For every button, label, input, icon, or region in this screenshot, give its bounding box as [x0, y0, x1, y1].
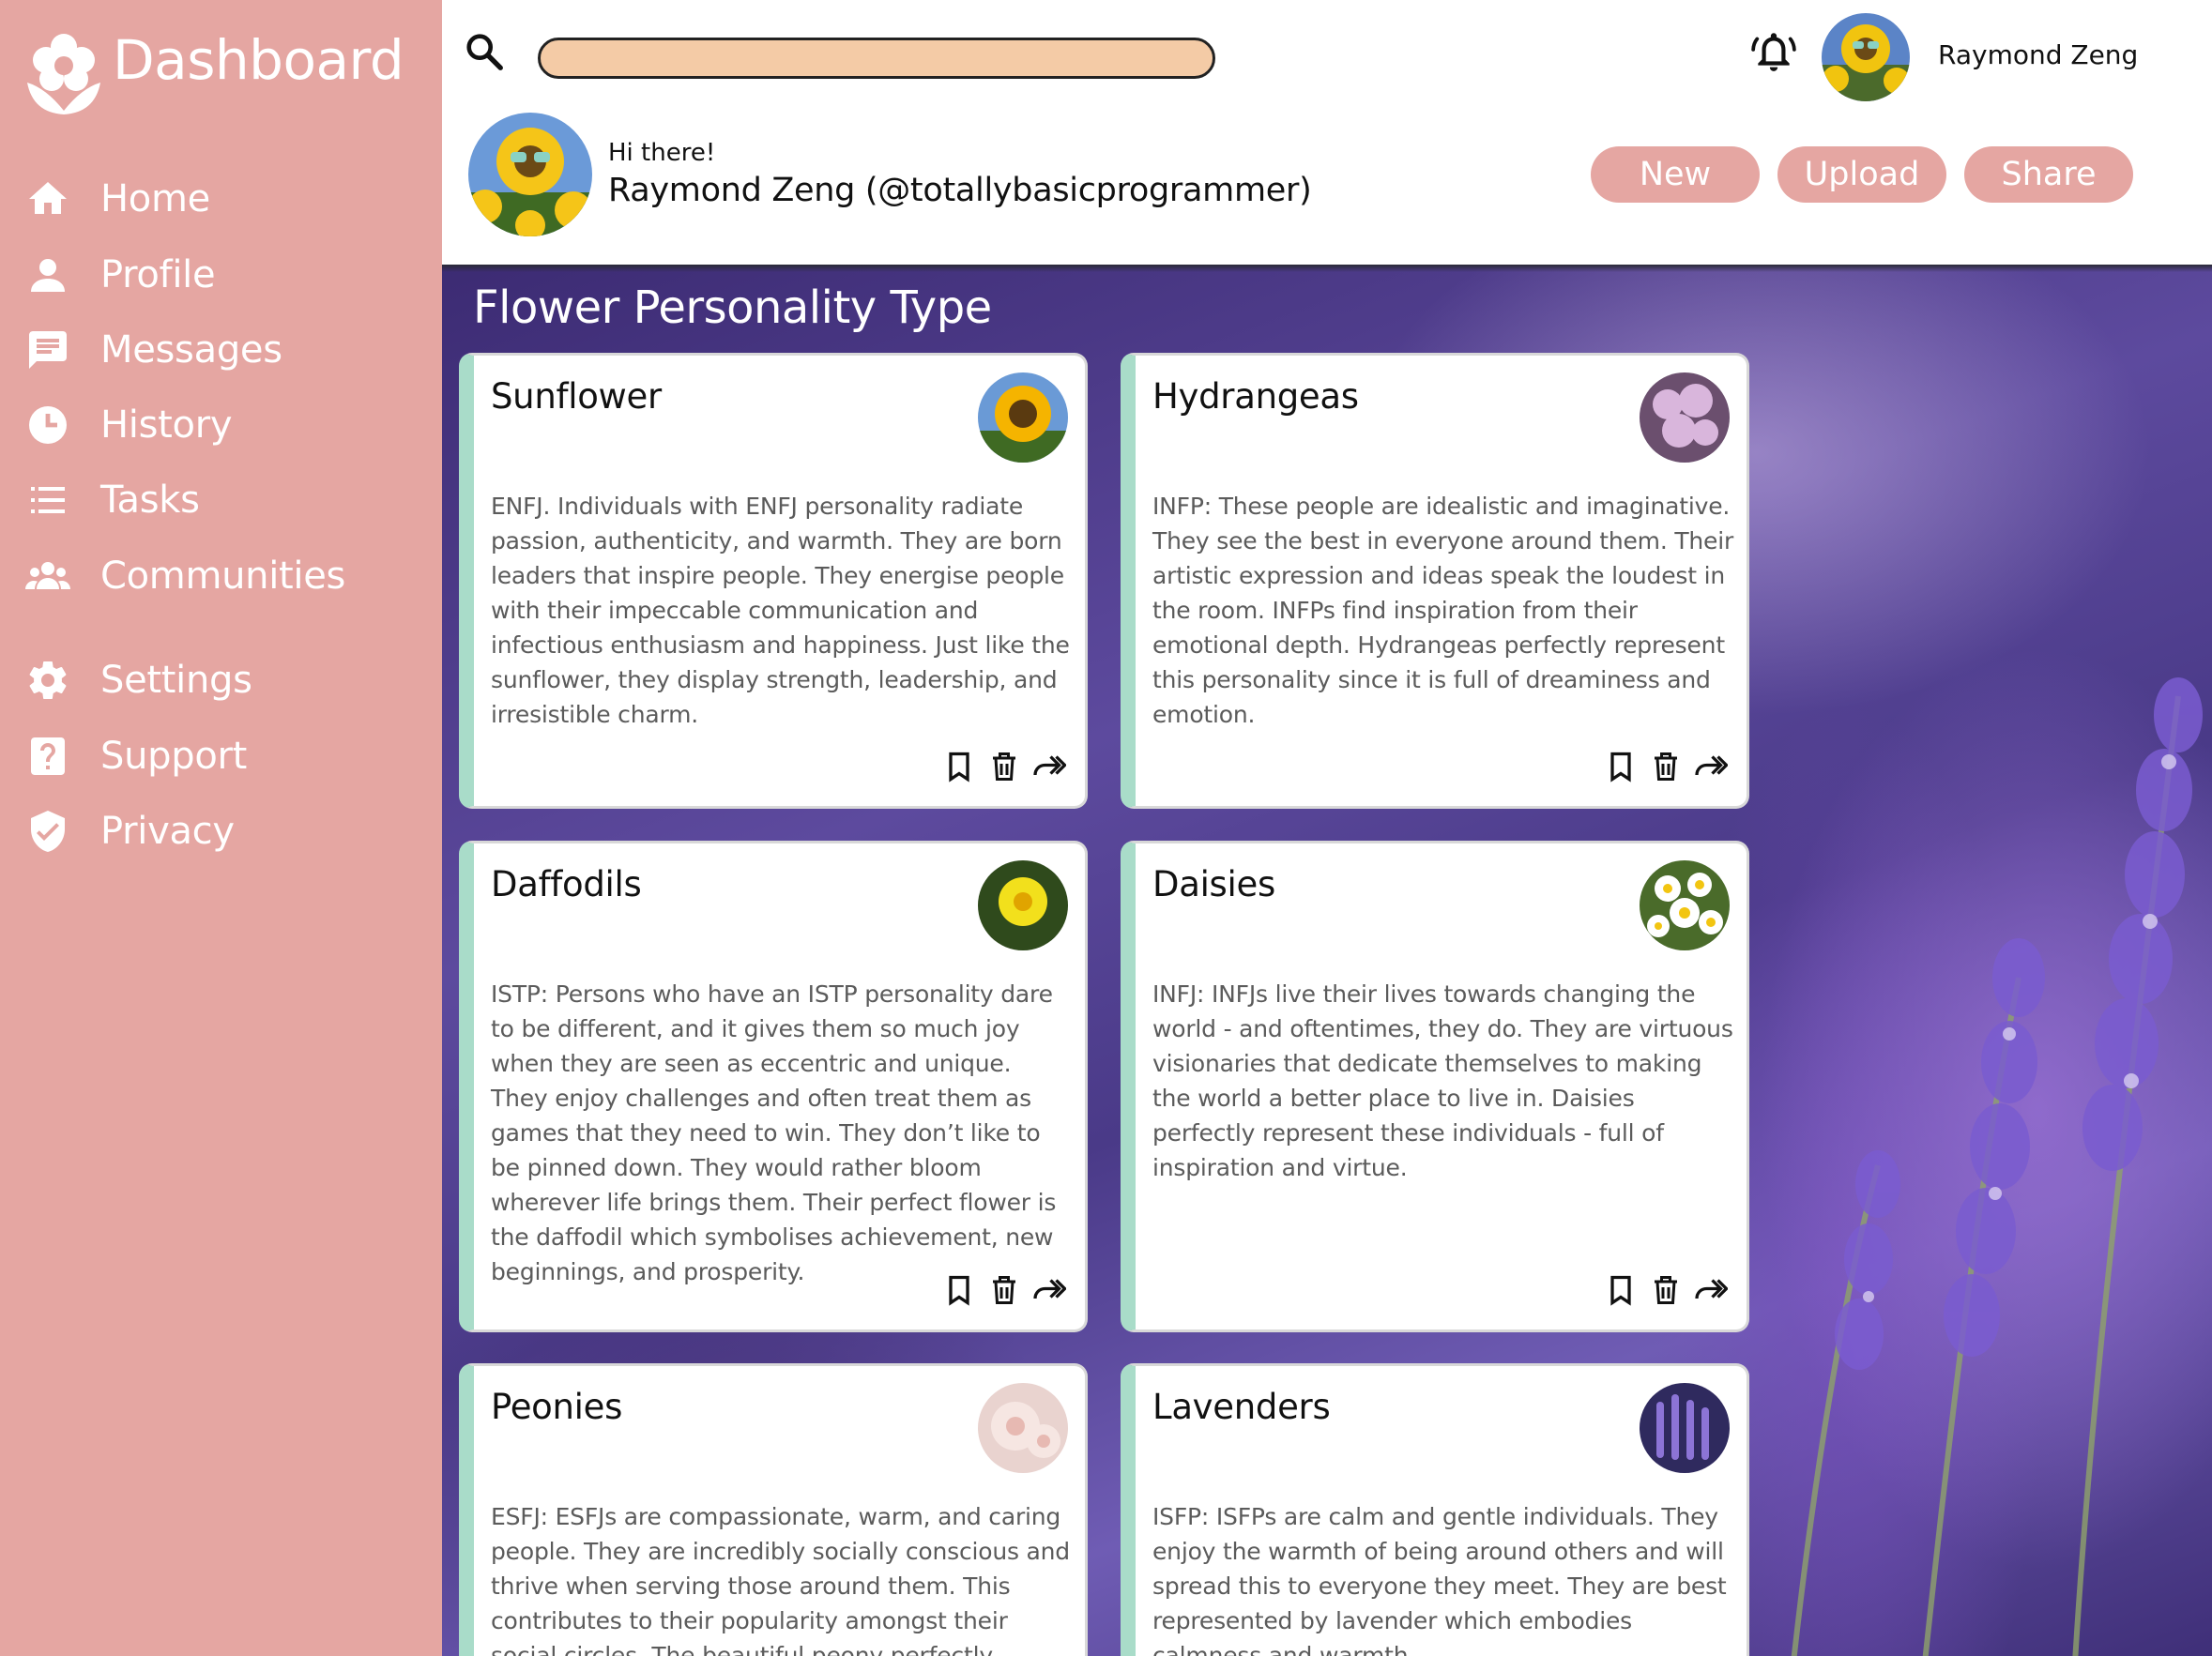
bell-icon[interactable]	[1750, 28, 1797, 75]
share-icon[interactable]	[1030, 1271, 1068, 1309]
flower-logo-icon	[27, 34, 100, 114]
card-title: Sunflower	[491, 376, 662, 417]
personality-card: Peonies ESFJ: ESFJs are compassionate, w…	[459, 1363, 1088, 1656]
help-icon	[23, 732, 72, 781]
card-actions	[1602, 1271, 1730, 1309]
lavender-background	[1791, 677, 2203, 1656]
bookmark-icon[interactable]	[940, 748, 978, 785]
bookmark-icon[interactable]	[1602, 748, 1640, 785]
search-input[interactable]	[538, 38, 1215, 79]
hydrangea-image	[1640, 372, 1730, 463]
card-title: Daisies	[1152, 864, 1275, 904]
group-icon	[23, 552, 72, 600]
sidebar-item-label: Settings	[100, 659, 252, 702]
bookmark-icon[interactable]	[940, 1271, 978, 1309]
card-title: Peonies	[491, 1387, 623, 1427]
username[interactable]: Raymond Zeng	[1938, 39, 2138, 70]
card-description: ISFP: ISFPs are calm and gentle individu…	[1152, 1503, 1727, 1656]
sidebar-item-label: Tasks	[100, 479, 200, 522]
trash-icon[interactable]	[1647, 748, 1685, 785]
sidebar-item-label: Messages	[100, 328, 282, 372]
card-title: Daffodils	[491, 864, 642, 904]
personality-card: Hydrangeas INFP: These people are ideali…	[1121, 353, 1749, 809]
share-icon[interactable]	[1692, 748, 1730, 785]
card-actions	[940, 748, 1068, 785]
trash-icon[interactable]	[985, 748, 1023, 785]
upload-button[interactable]: Upload	[1777, 146, 1946, 203]
avatar[interactable]	[1822, 13, 1910, 101]
card-description: ESFJ: ESFJs are compassionate, warm, and…	[491, 1503, 1070, 1656]
card-description: INFP: These people are idealistic and im…	[1152, 493, 1734, 728]
daffodil-image	[978, 860, 1068, 950]
sidebar-item-home[interactable]: Home	[23, 171, 427, 227]
card-description: INFJ: INFJs live their lives towards cha…	[1152, 980, 1733, 1181]
gear-icon	[23, 656, 72, 705]
personality-card: Daisies INFJ: INFJs live their lives tow…	[1121, 841, 1749, 1332]
home-icon	[23, 175, 72, 223]
daisy-image	[1640, 860, 1730, 950]
list-icon	[23, 476, 72, 524]
brand[interactable]: Dashboard	[25, 26, 404, 116]
card-description: ISTP: Persons who have an ISTP personali…	[491, 980, 1057, 1285]
search-icon[interactable]	[463, 30, 506, 73]
section-title: Flower Personality Type	[473, 281, 992, 334]
share-icon[interactable]	[1692, 1271, 1730, 1309]
greeting: Hi there!	[608, 139, 716, 167]
personality-card: Sunflower ENFJ. Individuals with ENFJ pe…	[459, 353, 1088, 809]
card-actions	[940, 1271, 1068, 1309]
header: Raymond Zeng Hi there! Raymond Zeng (@to…	[442, 0, 2212, 265]
personality-card: Daffodils ISTP: Persons who have an ISTP…	[459, 841, 1088, 1332]
card-title: Lavenders	[1152, 1387, 1331, 1427]
sidebar-item-communities[interactable]: Communities	[23, 548, 427, 604]
sidebar-item-label: Privacy	[100, 810, 235, 853]
lavender-image	[1640, 1383, 1730, 1473]
profile-avatar[interactable]	[468, 113, 592, 236]
main-content: Flower Personality Type Sunflower ENFJ. …	[442, 265, 2212, 1656]
message-icon	[23, 326, 72, 374]
sidebar-item-messages[interactable]: Messages	[23, 322, 427, 378]
bookmark-icon[interactable]	[1602, 1271, 1640, 1309]
shield-icon	[23, 807, 72, 856]
sidebar: Dashboard Home Profile Messages History …	[0, 0, 442, 1656]
brand-title: Dashboard	[113, 28, 404, 92]
share-icon[interactable]	[1030, 748, 1068, 785]
sidebar-item-privacy[interactable]: Privacy	[23, 803, 427, 859]
card-actions	[1602, 748, 1730, 785]
sidebar-item-label: Profile	[100, 253, 216, 296]
sidebar-item-settings[interactable]: Settings	[23, 652, 427, 708]
sidebar-item-label: Communities	[100, 555, 346, 598]
card-description: ENFJ. Individuals with ENFJ personality …	[491, 493, 1070, 728]
share-button[interactable]: Share	[1964, 146, 2133, 203]
personality-card: Lavenders ISFP: ISFPs are calm and gentl…	[1121, 1363, 1749, 1656]
sidebar-item-tasks[interactable]: Tasks	[23, 472, 427, 528]
user-handle: Raymond Zeng (@totallybasicprogrammer)	[608, 172, 1312, 209]
sidebar-item-label: Support	[100, 735, 248, 778]
trash-icon[interactable]	[985, 1271, 1023, 1309]
sidebar-item-profile[interactable]: Profile	[23, 247, 427, 303]
sidebar-item-label: History	[100, 403, 233, 447]
clock-icon	[23, 401, 72, 449]
sidebar-item-support[interactable]: Support	[23, 728, 427, 784]
peony-image	[978, 1383, 1068, 1473]
person-icon	[23, 251, 72, 299]
sunflower-image	[978, 372, 1068, 463]
sidebar-item-label: Home	[100, 177, 210, 220]
trash-icon[interactable]	[1647, 1271, 1685, 1309]
sidebar-item-history[interactable]: History	[23, 397, 427, 453]
card-title: Hydrangeas	[1152, 376, 1359, 417]
new-button[interactable]: New	[1591, 146, 1760, 203]
header-divider	[442, 265, 2212, 272]
